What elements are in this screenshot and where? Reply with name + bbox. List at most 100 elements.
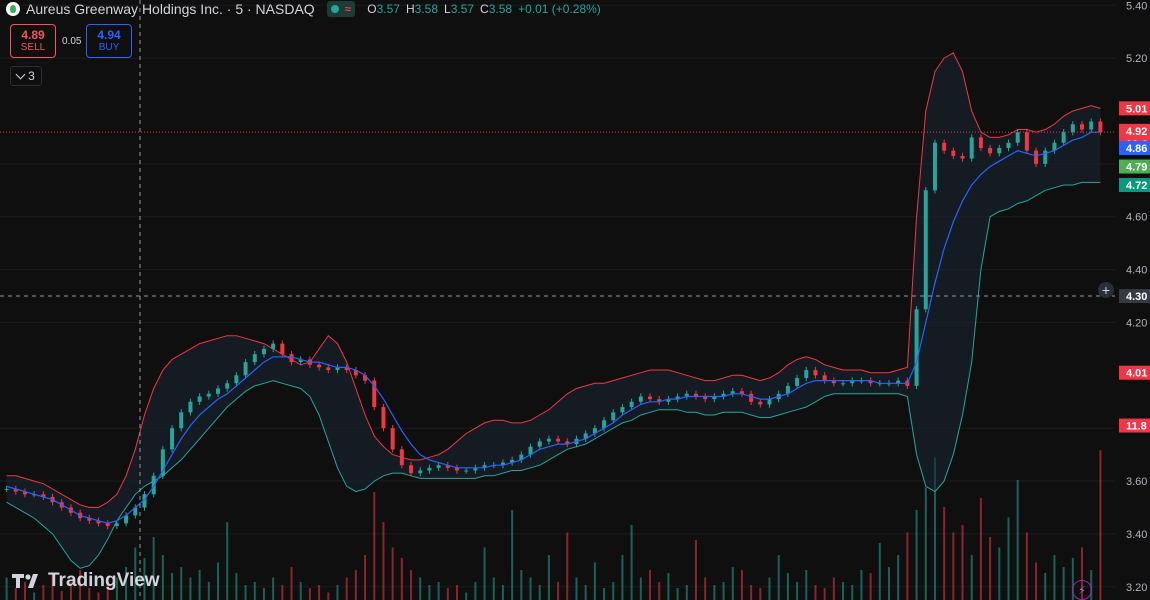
volume-bar — [685, 585, 688, 600]
volume-bar — [584, 585, 587, 600]
volume-bar — [547, 555, 550, 600]
volume-bar — [226, 522, 229, 600]
candle-body — [427, 467, 432, 471]
tradingview-logo-icon — [12, 574, 38, 588]
y-tick-label: 4.60 — [1126, 212, 1147, 224]
volume-bar — [171, 573, 174, 600]
volume-bar — [511, 510, 514, 600]
volume-bar — [60, 591, 63, 600]
candle-body — [197, 396, 202, 402]
bollinger-band-fill — [6, 52, 1101, 569]
volume-bar — [290, 567, 293, 600]
volume-bar — [299, 582, 302, 600]
volume-bar — [1044, 573, 1047, 600]
volume-bar — [198, 570, 201, 600]
volume-bar — [455, 585, 458, 600]
candle-body — [914, 309, 919, 386]
candle-body — [923, 190, 928, 310]
buy-button[interactable]: 4.94 BUY — [86, 24, 132, 58]
volume-bar — [272, 577, 275, 600]
close-value: 3.58 — [488, 2, 513, 16]
y-tick-label: 3.40 — [1126, 529, 1147, 541]
volume-bar — [970, 555, 973, 600]
candle-body — [978, 137, 983, 149]
volume-bar — [924, 487, 927, 600]
volume-bar — [952, 532, 955, 600]
candle-body — [464, 470, 469, 472]
volume-bar — [1035, 562, 1038, 600]
volume-bar — [805, 570, 808, 600]
candle-body — [1080, 124, 1085, 130]
volume-bar — [253, 582, 256, 600]
price-badge-label: 4.01 — [1126, 368, 1147, 380]
volume-bar — [419, 577, 422, 600]
candle-body — [261, 348, 266, 355]
candle-body — [969, 137, 974, 159]
company-logo-icon — [6, 2, 20, 16]
price-badge-label: 11.8 — [1126, 421, 1147, 433]
volume-bar — [906, 532, 909, 600]
lightning-icon[interactable]: ⚡ — [1072, 580, 1092, 600]
volume-bar — [603, 588, 606, 600]
volume-bar — [814, 585, 817, 600]
candle-body — [1006, 142, 1011, 149]
symbol-title[interactable]: Aureus Greenway Holdings Inc. · 5 · NASD… — [26, 1, 315, 17]
candle-body — [804, 370, 809, 378]
volume-bar — [639, 577, 642, 600]
volume-bar — [180, 567, 183, 600]
volume-bar — [207, 582, 210, 600]
candle-body — [997, 148, 1002, 154]
volume-bar — [575, 577, 578, 600]
volume-bar — [354, 570, 357, 600]
volume-bar — [529, 577, 532, 600]
y-tick-label: 4.40 — [1126, 265, 1147, 277]
chart-header: Aureus Greenway Holdings Inc. · 5 · NASD… — [6, 0, 601, 18]
volume-bar — [520, 570, 523, 600]
volume-bar — [713, 585, 716, 600]
candle-body — [1015, 132, 1020, 143]
volume-bar — [860, 570, 863, 600]
volume-bar — [658, 582, 661, 600]
sell-button[interactable]: 4.89 SELL — [10, 24, 56, 58]
tradingview-logo: TradingView — [12, 570, 160, 592]
volume-bar — [189, 577, 192, 600]
market-open-dot-icon — [330, 5, 339, 13]
y-tick-label: 3.20 — [1126, 582, 1147, 594]
candle-body — [206, 393, 211, 397]
candle-body — [114, 523, 119, 526]
candle-body — [1098, 121, 1103, 133]
indicators-toggle[interactable]: 3 — [10, 66, 42, 86]
volume-bar — [465, 592, 468, 600]
candle-body — [289, 354, 294, 363]
candle-body — [399, 449, 404, 466]
candle-body — [841, 383, 846, 385]
volume-bar — [437, 582, 440, 600]
candle-body — [813, 370, 818, 376]
market-status-chip[interactable]: ≈ — [326, 1, 356, 17]
candle-body — [758, 401, 763, 405]
volume-bar — [851, 585, 854, 600]
high-value: 3.58 — [414, 2, 438, 16]
volume-bar — [998, 547, 1001, 600]
candle-body — [648, 396, 653, 400]
volume-bar — [823, 588, 826, 600]
volume-bar — [1016, 480, 1019, 600]
volume-bar — [428, 585, 431, 600]
candle-body — [381, 407, 386, 429]
candle-body — [1034, 150, 1039, 164]
volume-bar — [897, 555, 900, 600]
volume-bar — [750, 585, 753, 600]
candle-body — [546, 438, 551, 442]
candle-body — [638, 396, 643, 402]
volume-bar — [566, 532, 569, 600]
candle-body — [951, 150, 956, 156]
candle-body — [436, 465, 441, 468]
volume-bar — [786, 573, 789, 600]
volume-bar — [676, 588, 679, 600]
y-tick-label: 5.20 — [1126, 53, 1147, 65]
price-chart[interactable]: 5.405.204.804.604.404.203.803.603.403.20… — [0, 0, 1150, 600]
volume-bar — [318, 585, 321, 600]
ohlc-readout: O3.57 H3.58 L3.57 C3.58 +0.01 (+0.28%) — [367, 2, 601, 16]
add-alert-plus-icon[interactable]: + — [1098, 282, 1114, 298]
candle-body — [225, 383, 230, 389]
